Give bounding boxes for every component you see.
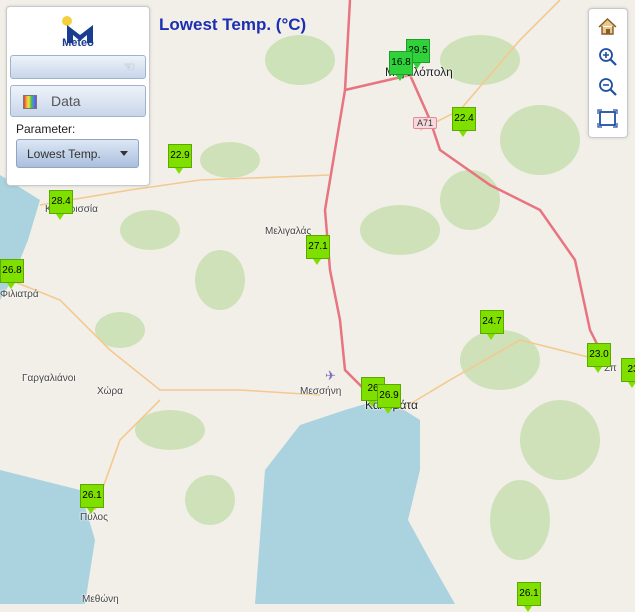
place-label: Μεσσήνη [300, 386, 342, 397]
data-button[interactable]: Data [10, 85, 146, 117]
station-marker[interactable]: 26.1 [517, 582, 541, 612]
station-marker[interactable]: 22.4 [452, 107, 476, 137]
station-marker[interactable]: 26.1 [80, 484, 104, 514]
parameter-label: Parameter: [16, 122, 76, 136]
zoom-out-icon[interactable] [594, 73, 621, 100]
map-title: Lowest Temp. (°C) [159, 15, 307, 34]
place-label: Χώρα [97, 386, 123, 397]
collapse-panel-button[interactable]: ☜ [10, 55, 146, 79]
chevron-down-icon [120, 151, 128, 156]
station-marker[interactable]: 23.0 [587, 343, 611, 373]
rainbow-icon [23, 95, 37, 109]
zoom-extent-icon[interactable] [594, 105, 621, 132]
station-marker[interactable]: 22.9 [168, 144, 192, 174]
place-label: Φιλιατρά [0, 289, 39, 300]
home-icon[interactable] [594, 13, 621, 40]
airport-icon: ✈ [325, 368, 336, 383]
parameter-select[interactable]: Lowest Temp. [16, 139, 139, 168]
station-marker[interactable]: 23 [621, 358, 635, 388]
station-marker[interactable]: 16.8 [389, 51, 413, 81]
place-label: Μελιγαλάς [265, 226, 312, 237]
collapse-arrow-icon: ☜ [123, 59, 135, 74]
station-marker[interactable]: 28.4 [49, 190, 73, 220]
place-label: Γαργαλιάνοι [22, 373, 76, 384]
map-toolbar [588, 8, 628, 138]
road-shield: A71 [413, 117, 438, 129]
station-marker[interactable]: 24.7 [480, 310, 504, 340]
place-label: Μεθώνη [82, 594, 119, 605]
control-panel: Meteo ☜ Data Parameter: Lowest Temp. [6, 6, 150, 186]
data-button-label: Data [51, 93, 81, 109]
logo-text: Meteo [62, 37, 94, 49]
zoom-in-icon[interactable] [594, 43, 621, 70]
station-marker[interactable]: 26.8 [0, 259, 24, 289]
parameter-select-value: Lowest Temp. [27, 147, 101, 161]
station-marker[interactable]: 27.1 [306, 235, 330, 265]
station-marker[interactable]: 26.9 [377, 384, 401, 414]
